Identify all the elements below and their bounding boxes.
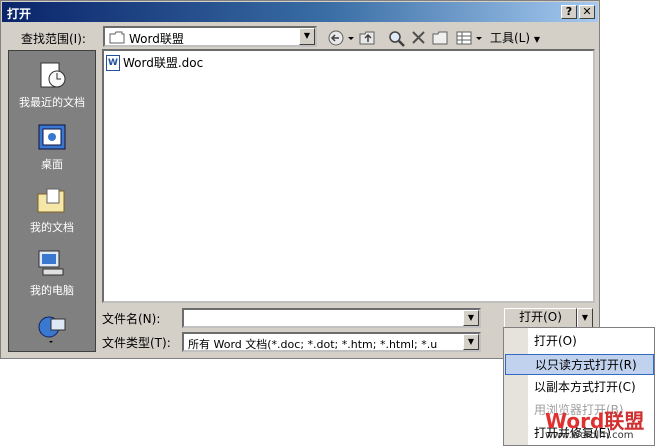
lookin-value: Word联盟 [129, 32, 184, 46]
back-icon[interactable] [327, 28, 355, 48]
filename-label: 文件名(N): [102, 312, 161, 326]
filetype-value: 所有 Word 文档(*.doc; *.dot; *.htm; *.html; … [188, 338, 438, 351]
chevron-down-icon[interactable]: ▼ [299, 28, 315, 45]
window-title: 打开 [7, 7, 32, 21]
delete-icon[interactable] [411, 28, 427, 48]
places-bar: 我最近的文档 桌面 我的文档 我的电脑 [8, 50, 96, 352]
watermark-logo: Word联盟 www.wordlm.com [545, 405, 644, 441]
chevron-down-icon: ▼ [533, 35, 541, 44]
filename-input[interactable]: ▼ [182, 308, 481, 328]
recent-documents-icon [40, 62, 66, 88]
word-document-icon: W [106, 54, 120, 71]
network-places-icon [38, 316, 66, 343]
file-list[interactable]: W Word联盟.doc [102, 49, 595, 303]
search-web-icon[interactable] [387, 28, 407, 48]
list-item[interactable]: W Word联盟.doc [106, 54, 203, 71]
folder-icon [109, 31, 125, 44]
filetype-select[interactable]: 所有 Word 文档(*.doc; *.dot; *.htm; *.html; … [182, 332, 481, 352]
tools-menu[interactable]: 工具(L) ▼ [490, 28, 540, 48]
place-network[interactable] [9, 313, 95, 346]
chevron-down-icon: ▼ [581, 313, 589, 322]
chevron-down-icon[interactable]: ▼ [463, 334, 479, 350]
up-folder-icon[interactable] [359, 28, 377, 48]
my-computer-icon [38, 250, 64, 276]
watermark-url: www.wordlm.com [545, 430, 634, 441]
title-bar[interactable]: 打开 ? ✕ [2, 2, 598, 22]
views-icon[interactable] [456, 28, 484, 48]
lookin-label: 查找范围(I): [21, 32, 86, 46]
help-button[interactable]: ? [561, 5, 577, 19]
place-label: 我最近的文档 [19, 96, 85, 109]
desktop-icon [38, 124, 66, 150]
place-my-computer[interactable]: 我的电脑 [9, 249, 95, 298]
place-label: 我的电脑 [30, 284, 74, 297]
my-documents-icon [37, 188, 65, 213]
place-label: 桌面 [41, 158, 63, 171]
lookin-combo[interactable]: Word联盟 ▼ [103, 26, 317, 47]
place-my-documents[interactable]: 我的文档 [9, 186, 95, 235]
chevron-down-icon[interactable]: ▼ [463, 310, 479, 326]
filetype-label: 文件类型(T): [102, 336, 171, 350]
menu-item-open-read-only[interactable]: 以只读方式打开(R) [505, 354, 654, 375]
close-button[interactable]: ✕ [579, 5, 595, 19]
open-button[interactable]: 打开(O) [504, 308, 577, 328]
place-recent[interactable]: 我最近的文档 [9, 61, 95, 110]
tools-label: 工具(L) [490, 31, 531, 45]
menu-item-open[interactable]: 打开(O) [505, 331, 654, 352]
open-dialog: 打开 ? ✕ 查找范围(I): Word联盟 ▼ 工具(L) ▼ 我最近的文档 … [0, 0, 600, 359]
open-options-dropdown[interactable]: ▼ [577, 308, 593, 328]
place-label: 我的文档 [30, 221, 74, 234]
new-folder-icon[interactable] [432, 28, 450, 48]
menu-item-open-as-copy[interactable]: 以副本方式打开(C) [505, 377, 654, 398]
file-name: Word联盟.doc [123, 56, 204, 70]
place-desktop[interactable]: 桌面 [9, 123, 95, 172]
